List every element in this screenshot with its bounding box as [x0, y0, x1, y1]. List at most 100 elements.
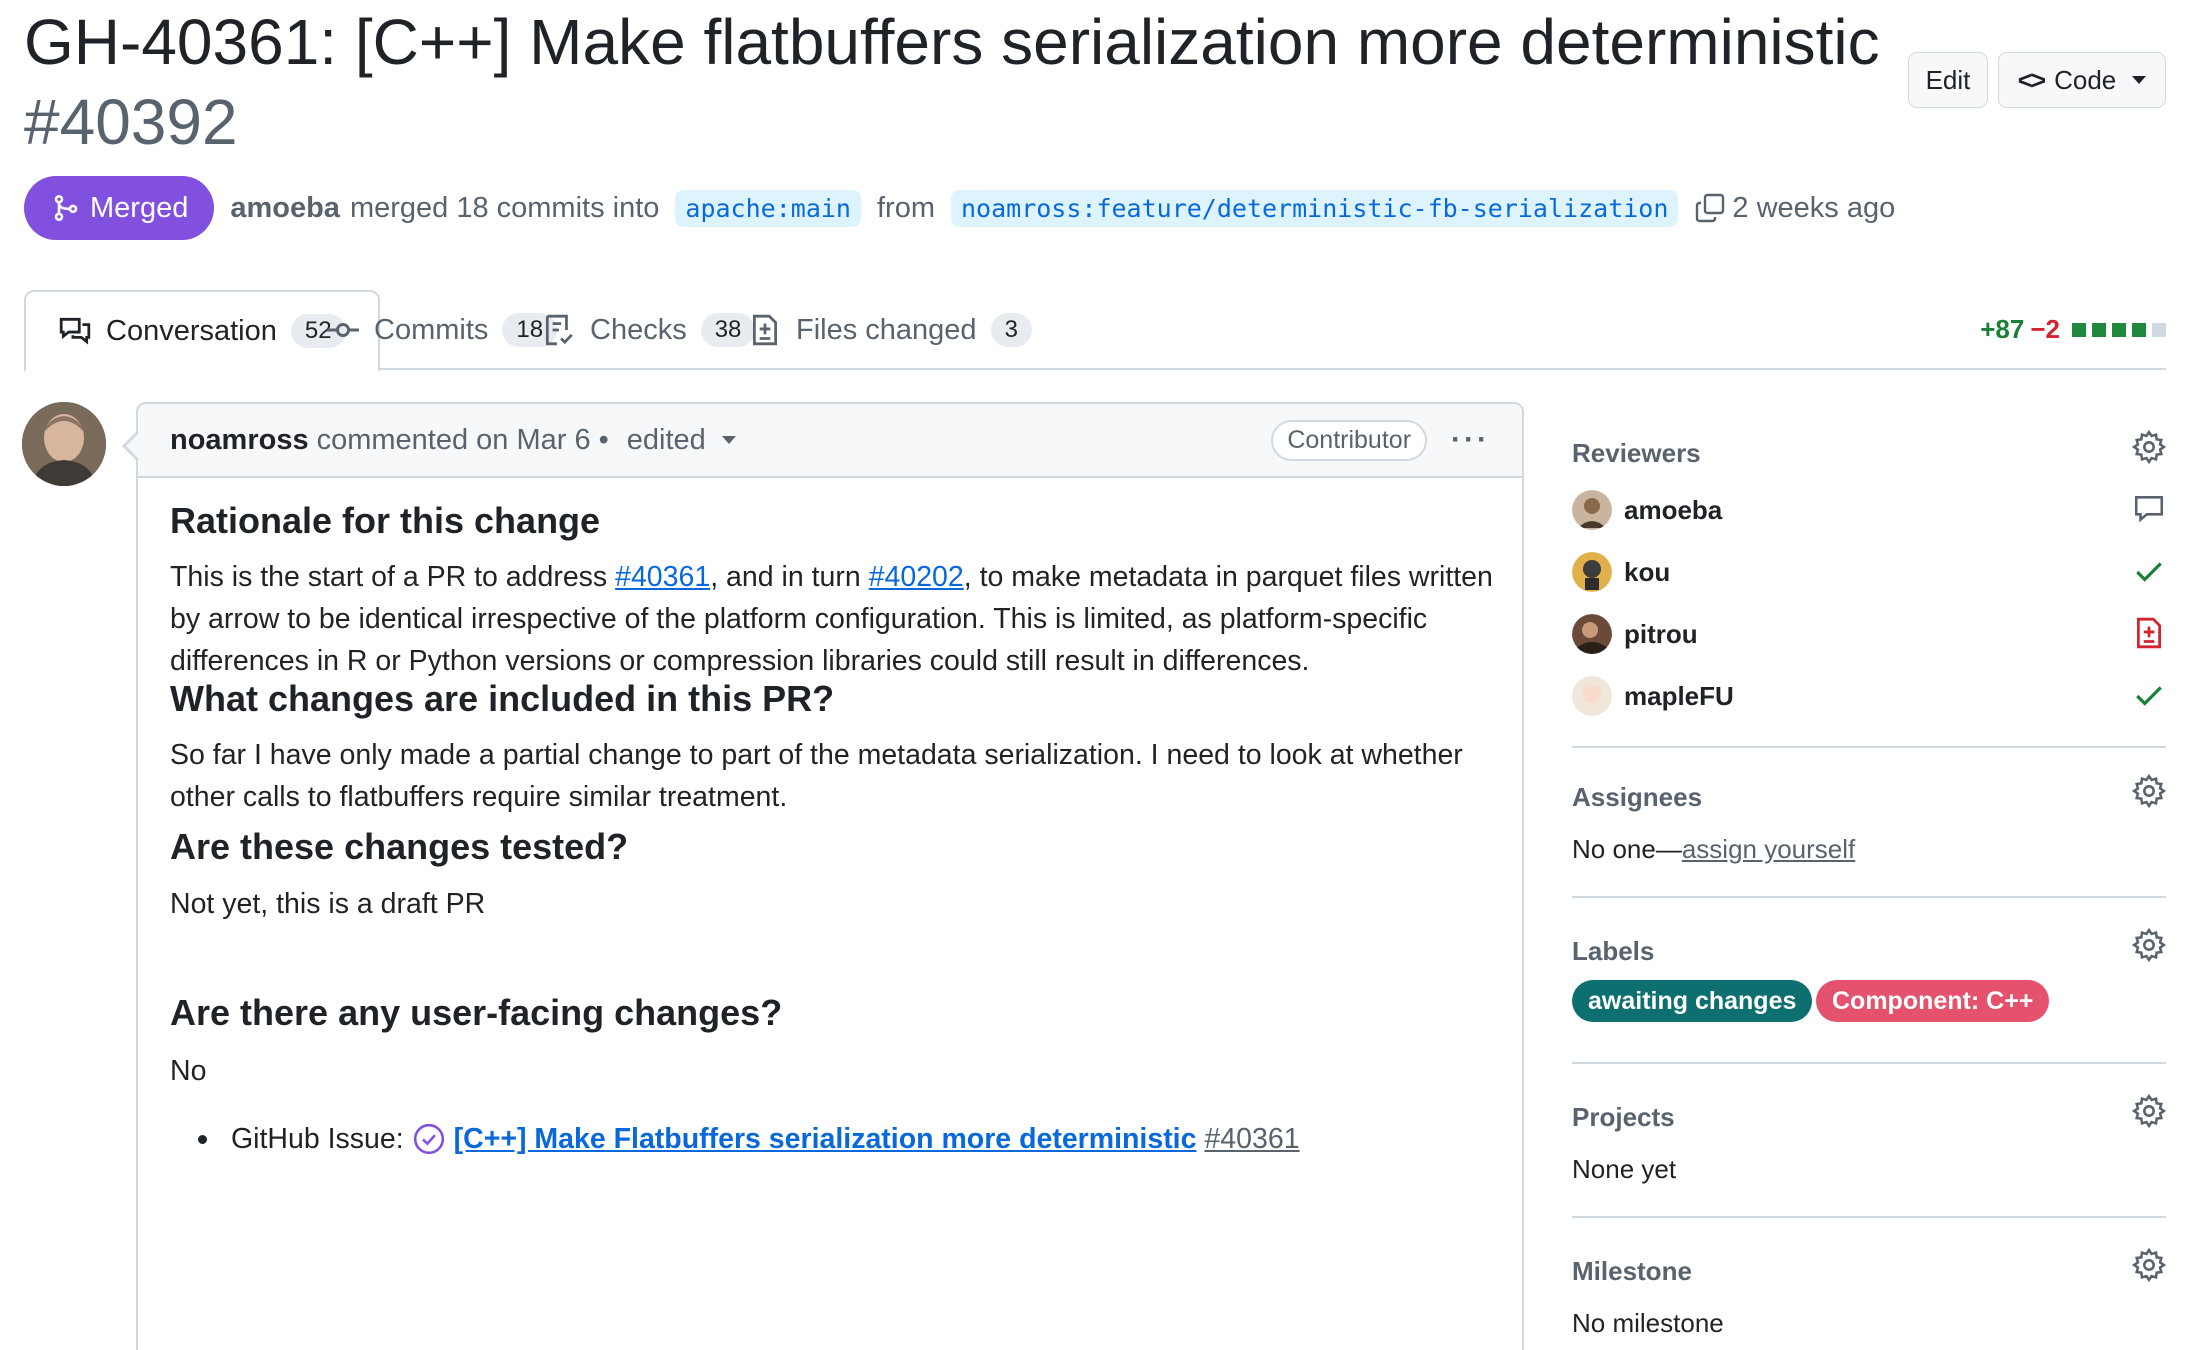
- heading-rationale: Rationale for this change: [170, 500, 601, 541]
- check-icon: [2136, 562, 2162, 582]
- diffstat-block: [2132, 322, 2146, 337]
- gear-icon[interactable]: [2132, 928, 2166, 962]
- code-icon: <>: [2017, 64, 2046, 95]
- labels-list: awaiting changes Component: C++: [1572, 980, 2166, 1022]
- copy-icon[interactable]: [1694, 192, 1726, 224]
- labels-title[interactable]: Labels: [1572, 936, 1654, 967]
- gear-icon[interactable]: [2132, 774, 2166, 808]
- diffstat[interactable]: +87 −2: [1980, 314, 2166, 345]
- check-icon: [2136, 686, 2162, 706]
- projects-title[interactable]: Projects: [1572, 1102, 1675, 1133]
- github-issue-link[interactable]: [C++] Make Flatbuffers serialization mor…: [454, 1123, 1197, 1156]
- paragraph-rationale: This is the start of a PR to address #40…: [170, 556, 1500, 682]
- tab-conversation-label: Conversation: [106, 314, 277, 347]
- milestone-title[interactable]: Milestone: [1572, 1256, 1692, 1287]
- milestone-value: No milestone: [1572, 1308, 1724, 1338]
- file-diff-icon: [752, 314, 778, 346]
- comment-icon: [2134, 496, 2164, 523]
- diffstat-deletions: −2: [2030, 314, 2060, 344]
- paragraph-user-facing: No: [170, 1055, 207, 1087]
- paragraph-text: , and in turn: [710, 561, 869, 593]
- pr-title: GH-40361: [C++] Make flatbuffers seriali…: [24, 2, 1884, 162]
- projects-value: None yet: [1572, 1154, 1677, 1184]
- heading-changes: What changes are included in this PR?: [170, 678, 835, 719]
- label-component-cpp[interactable]: Component: C++: [1816, 980, 2050, 1022]
- merged-time: 2 weeks ago: [1732, 191, 1896, 224]
- reviewer-row[interactable]: kou: [1572, 550, 2166, 594]
- heading-tested: Are these changes tested?: [170, 826, 629, 867]
- tab-files-changed[interactable]: Files changed 3: [716, 290, 1064, 370]
- code-button[interactable]: <> Code: [1998, 52, 2166, 108]
- avatar: [1572, 552, 1612, 592]
- comment-action[interactable]: commented on Mar 6: [317, 424, 591, 457]
- reviewer-row[interactable]: mapleFU: [1572, 674, 2166, 718]
- issue-link-40361[interactable]: #40361: [615, 561, 710, 593]
- sidebar-divider: [1572, 1216, 2166, 1218]
- gear-icon[interactable]: [2132, 1094, 2166, 1128]
- reviewers-title[interactable]: Reviewers: [1572, 438, 1701, 469]
- comment-separator: •: [598, 423, 609, 456]
- bullet-dot: [198, 1134, 207, 1144]
- reviewer-name: amoeba: [1624, 494, 1723, 525]
- comment-header: noamross commented on Mar 6 • edited Con…: [138, 404, 1522, 478]
- diffstat-block: [2112, 322, 2126, 337]
- comment-author[interactable]: noamross: [170, 424, 309, 457]
- base-branch[interactable]: apache:main: [675, 189, 861, 227]
- code-button-label: Code: [2054, 64, 2117, 95]
- paragraph-changes: So far I have only made a partial change…: [170, 739, 1463, 813]
- paragraph-text: This is the start of a PR to address: [170, 561, 616, 593]
- edited-label: edited: [626, 423, 706, 456]
- paragraph-tested: Not yet, this is a draft PR: [170, 888, 486, 920]
- assignees-text: No one—: [1572, 834, 1682, 864]
- assignees-title[interactable]: Assignees: [1572, 782, 1702, 813]
- chevron-down-icon: [2132, 76, 2147, 84]
- tab-checks-label: Checks: [590, 313, 687, 346]
- chevron-down-icon: [721, 436, 736, 444]
- diffstat-block: [2092, 322, 2106, 337]
- issue-link-40202[interactable]: #40202: [869, 561, 964, 593]
- sidebar-divider: [1572, 1062, 2166, 1064]
- avatar: [1572, 614, 1612, 654]
- bullet-prefix: GitHub Issue:: [231, 1122, 404, 1155]
- reviewer-row[interactable]: pitrou: [1572, 612, 2166, 656]
- contributor-badge: Contributor: [1271, 419, 1428, 461]
- avatar: [1572, 490, 1612, 530]
- comment-discussion-icon: [59, 317, 91, 345]
- merged-text: merged 18 commits into: [349, 191, 660, 224]
- merger-link[interactable]: amoeba: [230, 192, 340, 225]
- gear-icon[interactable]: [2132, 1248, 2166, 1282]
- diffstat-block: [2072, 322, 2086, 337]
- head-branch[interactable]: noamross:feature/deterministic-fb-serial…: [950, 189, 1679, 227]
- edited-dropdown[interactable]: edited: [627, 424, 736, 457]
- edit-button[interactable]: Edit: [1908, 52, 1988, 108]
- reviewer-name: kou: [1624, 556, 1671, 587]
- tab-files-changed-label: Files changed: [796, 313, 977, 346]
- pr-title-text: GH-40361: [C++] Make flatbuffers seriali…: [24, 6, 1880, 78]
- avatar[interactable]: [22, 402, 106, 486]
- sidebar-divider: [1572, 746, 2166, 748]
- merged-state-label: Merged: [90, 191, 189, 224]
- assignees-value: No one—assign yourself: [1572, 834, 1855, 865]
- sidebar-divider: [1572, 896, 2166, 898]
- avatar: [1572, 676, 1612, 716]
- kebab-menu-icon[interactable]: ···: [1451, 423, 1490, 457]
- pr-description-comment: noamross commented on Mar 6 • edited Con…: [122, 402, 1524, 1350]
- pr-meta: Merged amoeba merged 18 commits into apa…: [24, 176, 1895, 240]
- heading-user-facing: Are there any user-facing changes?: [170, 992, 783, 1033]
- diffstat-additions: +87: [1980, 314, 2025, 344]
- git-commit-icon: [327, 322, 359, 338]
- checklist-icon: [545, 314, 573, 346]
- diffstat-block: [2152, 322, 2166, 337]
- git-merge-icon: [54, 194, 78, 222]
- pr-number: #40392: [24, 86, 238, 158]
- tab-commits-label: Commits: [374, 313, 489, 346]
- github-issue-number[interactable]: #40361: [1204, 1123, 1299, 1156]
- assign-yourself-link[interactable]: assign yourself: [1682, 834, 1855, 864]
- file-diff-icon: [2136, 617, 2162, 649]
- tab-files-changed-count: 3: [990, 313, 1032, 347]
- reviewer-name: mapleFU: [1624, 680, 1734, 711]
- gear-icon[interactable]: [2132, 430, 2166, 464]
- merged-state-badge: Merged: [24, 176, 215, 240]
- label-awaiting-changes[interactable]: awaiting changes: [1572, 980, 1813, 1022]
- reviewer-row[interactable]: amoeba: [1572, 488, 2166, 532]
